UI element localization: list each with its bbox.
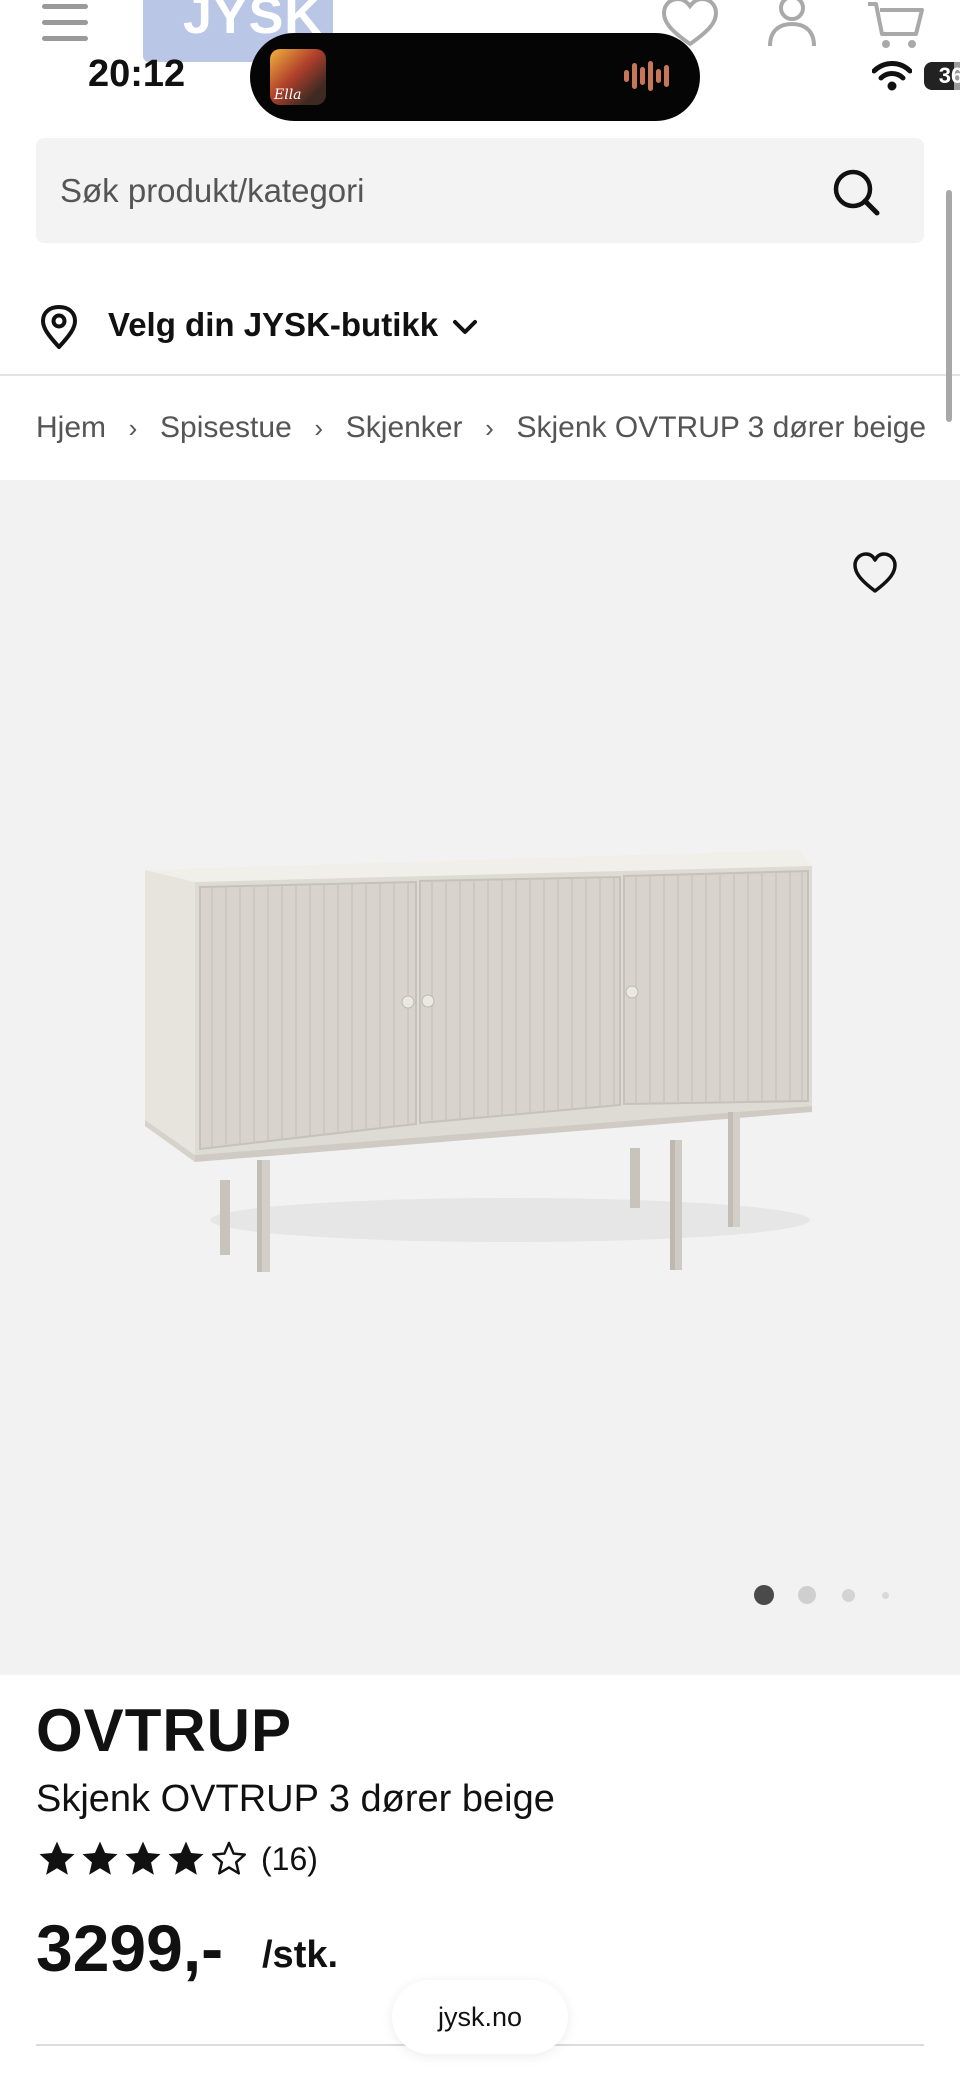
scrollbar[interactable] — [946, 190, 952, 422]
breadcrumb-sideboards[interactable]: Skjenker — [346, 411, 463, 445]
search-bar — [36, 138, 924, 243]
pagination-dot[interactable] — [882, 1592, 889, 1599]
product-brand: OVTRUP — [36, 1697, 293, 1764]
search-input[interactable] — [60, 138, 820, 243]
now-playing-artwork: Ella — [270, 49, 326, 105]
account-icon[interactable] — [762, 0, 822, 50]
breadcrumb-chevron-icon: › — [314, 412, 324, 443]
rating-stars — [36, 1841, 251, 1875]
location-pin-icon — [40, 304, 78, 350]
breadcrumb-current: Skjenk OVTRUP 3 dører beige — [516, 411, 927, 445]
cart-icon[interactable] — [866, 0, 926, 50]
price-unit: /stk. — [262, 1934, 339, 1976]
status-time: 20:12 — [88, 53, 186, 95]
divider — [0, 374, 960, 376]
breadcrumb-dining-room[interactable]: Spisestue — [160, 411, 292, 445]
chevron-down-icon — [450, 312, 480, 342]
favorite-heart-icon[interactable] — [852, 552, 898, 594]
search-icon[interactable] — [832, 168, 880, 216]
wifi-icon — [871, 60, 913, 92]
breadcrumb-chevron-icon: › — [128, 412, 138, 443]
star-filled-icon — [39, 1841, 75, 1875]
product-price: 3299,- — [36, 1911, 224, 1985]
review-count[interactable]: (16) — [261, 1841, 318, 1878]
audio-waveform-icon — [624, 61, 678, 93]
sideboard-product-image — [145, 850, 812, 1272]
battery-icon: 36 — [924, 62, 960, 90]
pagination-dot-active[interactable] — [754, 1585, 774, 1605]
product-name: Skjenk OVTRUP 3 dører beige — [36, 1778, 555, 1820]
star-filled-icon — [82, 1841, 118, 1875]
menu-icon[interactable] — [42, 0, 88, 42]
pagination-dot[interactable] — [798, 1586, 816, 1604]
store-selector-label: Velg din JYSK-butikk — [108, 306, 439, 343]
product-rating[interactable]: (16) — [36, 1838, 318, 1884]
pagination-dot[interactable] — [842, 1589, 855, 1602]
star-empty-icon — [212, 1841, 246, 1875]
breadcrumb-chevron-icon: › — [485, 412, 494, 443]
browser-url-pill[interactable]: jysk.no — [392, 1980, 568, 2054]
star-filled-icon — [168, 1841, 204, 1875]
breadcrumb: Hjem › Spisestue › Skjenker › Skjenk OVTRUP 3 … — [36, 410, 926, 452]
product-gallery[interactable] — [0, 480, 960, 1675]
star-filled-icon — [125, 1841, 161, 1875]
breadcrumb-home[interactable]: Hjem — [36, 411, 106, 445]
dynamic-island[interactable]: Ella — [250, 33, 700, 121]
